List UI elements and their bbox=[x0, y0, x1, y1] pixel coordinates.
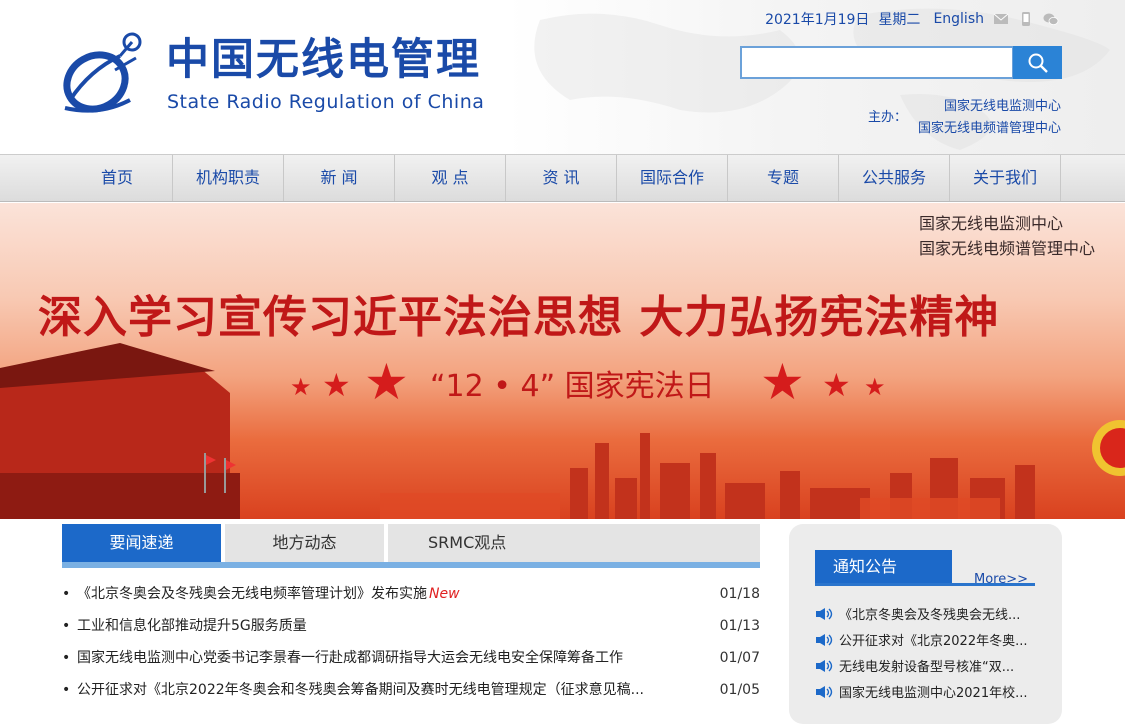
notice-item-text: 无线电发射设备型号核准“双... bbox=[839, 660, 1015, 675]
tab-local-news[interactable]: 地方动态 bbox=[225, 524, 384, 562]
notice-item[interactable]: 公开征求对《北京2022年冬奥... bbox=[815, 630, 1027, 649]
nav-item-about[interactable]: 关于我们 bbox=[950, 155, 1061, 201]
news-date: 01/18 bbox=[719, 586, 760, 602]
banner-headline: 深入学习宣传习近平法治思想 大力弘扬宪法精神 bbox=[38, 292, 1000, 343]
star-icon: ★ bbox=[760, 353, 805, 411]
hero-banner[interactable]: 国家无线电监测中心 国家无线电频谱管理中心 深入学习宣传习近平法治思想 大力弘扬… bbox=[0, 203, 1125, 519]
banner-org-1: 国家无线电监测中心 bbox=[918, 214, 1063, 233]
sponsor-block: 主办： 国家无线电监测中心 国家无线电频谱管理中心 bbox=[868, 96, 1061, 140]
sponsor-link-1[interactable]: 国家无线电监测中心 bbox=[918, 96, 1061, 118]
search-input[interactable] bbox=[740, 46, 1014, 79]
nav-item-topics[interactable]: 专题 bbox=[728, 155, 839, 201]
speaker-icon bbox=[816, 634, 833, 646]
english-link[interactable]: English bbox=[933, 11, 984, 27]
top-utility-bar: 2021年1月19日 星期二 English bbox=[765, 9, 1059, 29]
notice-item[interactable]: 《北京冬奥会及冬残奥会无线... bbox=[815, 604, 1020, 623]
site-header: 中国无线电管理 State Radio Regulation of China … bbox=[0, 0, 1125, 154]
nav-item-home[interactable]: 首页 bbox=[62, 155, 173, 201]
list-item[interactable]: • 国家无线电监测中心党委书记李景春一行赴成都调研指导大运会无线电安全保障筹备工… bbox=[62, 642, 762, 674]
search-button[interactable] bbox=[1013, 46, 1062, 79]
news-list: • 《北京冬奥会及冬残奥会无线电频率管理计划》发布实施 New 01/18 • 工… bbox=[62, 578, 762, 706]
speaker-icon bbox=[816, 608, 833, 620]
speaker-icon bbox=[816, 686, 833, 698]
site-logo[interactable] bbox=[60, 30, 150, 116]
news-title[interactable]: 《北京冬奥会及冬残奥会无线电频率管理计划》发布实施 bbox=[77, 586, 427, 602]
site-title-en: State Radio Regulation of China bbox=[167, 91, 485, 113]
tab-srmc-opinion[interactable]: SRMC观点 bbox=[388, 524, 760, 562]
news-date: 01/07 bbox=[719, 650, 760, 666]
nav-item-org[interactable]: 机构职责 bbox=[173, 155, 284, 201]
wechat-icon[interactable] bbox=[1043, 11, 1059, 27]
star-icon: ★ bbox=[364, 353, 409, 411]
star-icon: ★ bbox=[822, 366, 851, 404]
news-title[interactable]: 公开征求对《北京2022年冬奥会和冬残奥会筹备期间及赛时无线电管理规定（征求意见… bbox=[77, 674, 644, 706]
star-icon: ★ bbox=[864, 373, 886, 401]
more-link[interactable]: More>> bbox=[974, 572, 1028, 587]
bullet: • bbox=[62, 650, 71, 666]
news-title[interactable]: 工业和信息化部推动提升5G服务质量 bbox=[77, 610, 307, 642]
news-title[interactable]: 国家无线电监测中心党委书记李景春一行赴成都调研指导大运会无线电安全保障筹备工作 bbox=[77, 642, 623, 674]
news-date: 01/13 bbox=[719, 618, 760, 634]
notice-item-text: 国家无线电监测中心2021年校... bbox=[839, 686, 1028, 701]
mail-icon[interactable] bbox=[993, 11, 1009, 27]
list-item[interactable]: • 《北京冬奥会及冬残奥会无线电频率管理计划》发布实施 New 01/18 bbox=[62, 578, 762, 610]
news-date: 01/05 bbox=[719, 682, 760, 698]
notice-panel: 通知公告 More>> 《北京冬奥会及冬残奥会无线... 公开征求对《北京202… bbox=[789, 524, 1062, 724]
main-nav: 首页 机构职责 新 闻 观 点 资 讯 国际合作 专题 公共服务 关于我们 bbox=[0, 154, 1125, 202]
star-icon: ★ bbox=[290, 373, 312, 401]
sponsor-label: 主办： bbox=[867, 110, 907, 125]
star-icon: ★ bbox=[322, 366, 351, 404]
nav-item-news[interactable]: 新 闻 bbox=[284, 155, 395, 201]
banner-subheadline: “12 • 4” 国家宪法日 bbox=[430, 369, 715, 404]
site-title-cn: 中国无线电管理 bbox=[166, 35, 481, 85]
bullet: • bbox=[62, 586, 71, 602]
speaker-icon bbox=[816, 660, 833, 672]
nav-item-public-service[interactable]: 公共服务 bbox=[839, 155, 950, 201]
notice-item[interactable]: 无线电发射设备型号核准“双... bbox=[815, 656, 1014, 675]
notice-title: 通知公告 bbox=[815, 550, 952, 583]
notice-item[interactable]: 国家无线电监测中心2021年校... bbox=[815, 682, 1027, 701]
sponsor-link-2[interactable]: 国家无线电频谱管理中心 bbox=[918, 118, 1061, 140]
notice-item-text: 公开征求对《北京2022年冬奥... bbox=[839, 634, 1028, 649]
mobile-icon[interactable] bbox=[1018, 11, 1034, 27]
bullet: • bbox=[62, 618, 71, 634]
nav-item-opinion[interactable]: 观 点 bbox=[395, 155, 506, 201]
bullet: • bbox=[62, 682, 71, 698]
news-tabs: 要闻速递 地方动态 SRMC观点 bbox=[62, 524, 760, 568]
list-item[interactable]: • 工业和信息化部推动提升5G服务质量 01/13 bbox=[62, 610, 762, 642]
search-box bbox=[740, 46, 1062, 79]
current-weekday: 星期二 bbox=[878, 12, 921, 28]
nav-item-info[interactable]: 资 讯 bbox=[506, 155, 617, 201]
new-badge: New bbox=[429, 586, 460, 602]
search-icon bbox=[1028, 53, 1048, 73]
list-item[interactable]: • 公开征求对《北京2022年冬奥会和冬残奥会筹备期间及赛时无线电管理规定（征求… bbox=[62, 674, 762, 706]
notice-item-text: 《北京冬奥会及冬残奥会无线... bbox=[839, 608, 1021, 623]
banner-org-text: 国家无线电监测中心 国家无线电频谱管理中心 bbox=[919, 211, 1095, 261]
tab-headlines[interactable]: 要闻速递 bbox=[62, 524, 221, 562]
banner-org-2: 国家无线电频谱管理中心 bbox=[918, 239, 1095, 258]
nav-item-international[interactable]: 国际合作 bbox=[617, 155, 728, 201]
current-date: 2021年1月19日 bbox=[765, 12, 870, 28]
tabs-underline bbox=[62, 562, 760, 568]
